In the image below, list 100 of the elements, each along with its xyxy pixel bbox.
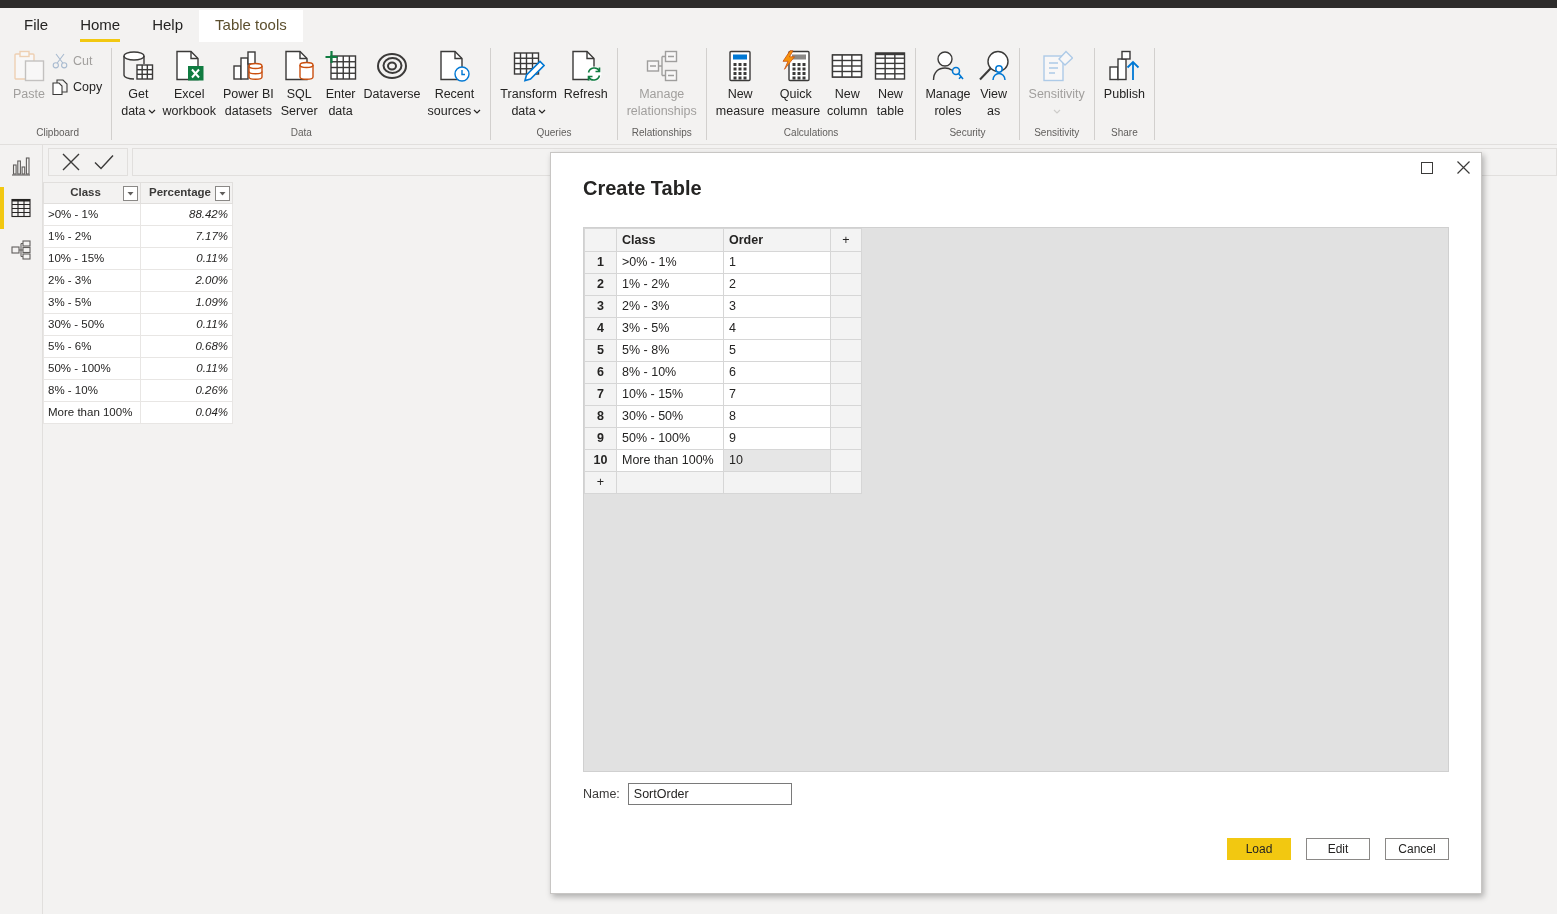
row-number: 4 [584,317,617,340]
group-label: Security [948,126,987,140]
dialog-button[interactable]: Load [1227,838,1291,860]
group-label: Data [289,126,313,140]
table-cell: 5% - 6% [43,335,141,358]
ribbon-button[interactable]: Recent sources [424,48,485,120]
row-number: 7 [584,383,617,406]
caret-icon [147,109,156,114]
clipboard-icon [13,50,45,82]
name-input[interactable]: SortOrder [627,783,792,805]
diagram-icon [645,50,678,82]
ribbon-button[interactable]: View as [974,48,1013,120]
caret-icon [1052,109,1061,114]
table-cell: 1% - 2% [43,225,141,248]
ribbon-button[interactable]: Refresh [560,48,611,103]
table-cell: 8% - 10% [43,379,141,402]
table-plus-icon [324,50,357,82]
table-icon [874,50,907,82]
table-cell: 0.11% [140,247,233,270]
checkmark-icon[interactable] [94,154,114,170]
group-label: Queries [535,126,573,140]
user-search-icon [977,50,1010,82]
cross-icon[interactable] [62,153,80,171]
column-header: Order [723,228,831,252]
user-key-icon [932,50,964,82]
dialog-title: Create Table [583,176,703,201]
row-number: 6 [584,361,617,384]
group-label: Sensitivity [1033,126,1081,140]
ribbon-button[interactable]: New table [871,48,910,120]
table-cell: 50% - 100% [43,357,141,380]
filter-dropdown-icon[interactable] [123,185,138,201]
table-cell: 0.26% [140,379,233,402]
table-cell: 3% - 5% [43,291,141,314]
table-cell: 88.42% [140,203,233,226]
add-column-button[interactable]: + [830,228,862,252]
ribbon-button[interactable]: New measure [712,48,768,120]
table-cell: 0.11% [140,357,233,380]
tag-icon [1040,50,1073,82]
table-icon [11,198,31,218]
table-cell: 10% - 15% [43,247,141,270]
ribbon-button[interactable]: Excel workbook [159,48,220,120]
table-cell: 1.09% [140,291,233,314]
ribbon-button[interactable]: Transform data [497,48,560,120]
table-cell: >0% - 1% [43,203,141,226]
ribbon-button[interactable]: Manage roles [922,48,974,120]
table-cell: 7.17% [140,225,233,248]
database-document-icon [283,50,316,82]
ribbon-button[interactable]: Publish [1100,48,1148,103]
add-row-button[interactable]: + [584,471,617,494]
row-number: 8 [584,405,617,428]
filter-dropdown-icon[interactable] [215,185,230,201]
ribbon-tab[interactable]: File [8,10,65,42]
table-cell: 0.68% [140,335,233,358]
dialog-button[interactable]: Cancel [1385,838,1449,860]
bar-chart-icon [11,156,31,176]
dialog-button[interactable]: Edit [1306,838,1370,860]
ribbon-tab[interactable]: Help [136,10,200,42]
ribbon-tab[interactable]: Home [64,10,137,42]
table-cell: 0.04% [140,401,233,424]
row-number: 3 [584,295,617,318]
row-number: 2 [584,273,617,296]
dataset-icon [232,50,265,82]
caret-icon [537,109,546,114]
column-header: Class [69,185,102,201]
caret-icon [473,109,482,114]
group-label: Calculations [782,126,840,140]
copy-icon [52,79,68,95]
table-cell: 2.00% [140,269,233,292]
table-cell: 0.11% [140,313,233,336]
maximize-icon[interactable] [1421,161,1433,174]
row-number: 1 [584,251,617,274]
name-label: Name: [583,785,620,803]
row-number: 9 [584,427,617,450]
ribbon-button[interactable]: Get data [118,48,159,120]
table-pencil-icon [512,50,545,82]
row-number: 5 [584,339,617,362]
table-cell: 2% - 3% [43,269,141,292]
ribbon-button[interactable]: Dataverse [360,48,424,103]
calculator-lightning-icon [779,50,812,82]
ribbon-button[interactable]: Copy [49,77,106,97]
column-header: Class [616,228,724,252]
ribbon-button[interactable]: New column [824,48,871,120]
ribbon-button[interactable]: SQL Server [277,48,321,120]
column-header: Percentage [148,185,212,201]
row-number: 10 [584,449,617,472]
ribbon-button[interactable]: Quick measure [768,48,824,120]
swirl-icon [376,50,409,82]
close-icon[interactable] [1457,161,1470,174]
table-cell: More than 100% [43,401,141,424]
clock-document-icon [438,50,471,82]
database-icon [122,50,155,82]
table-cell: 30% - 50% [43,313,141,336]
ribbon-button[interactable]: Power BI datasets [220,48,277,120]
refresh-icon [569,50,602,82]
ribbon-button[interactable]: Enter data [321,48,360,120]
upload-icon [1108,50,1141,82]
diagram-icon [11,240,31,260]
ribbon-tab[interactable]: Table tools [199,10,303,42]
group-label: Relationships [630,126,693,140]
group-label: Share [1110,126,1139,140]
